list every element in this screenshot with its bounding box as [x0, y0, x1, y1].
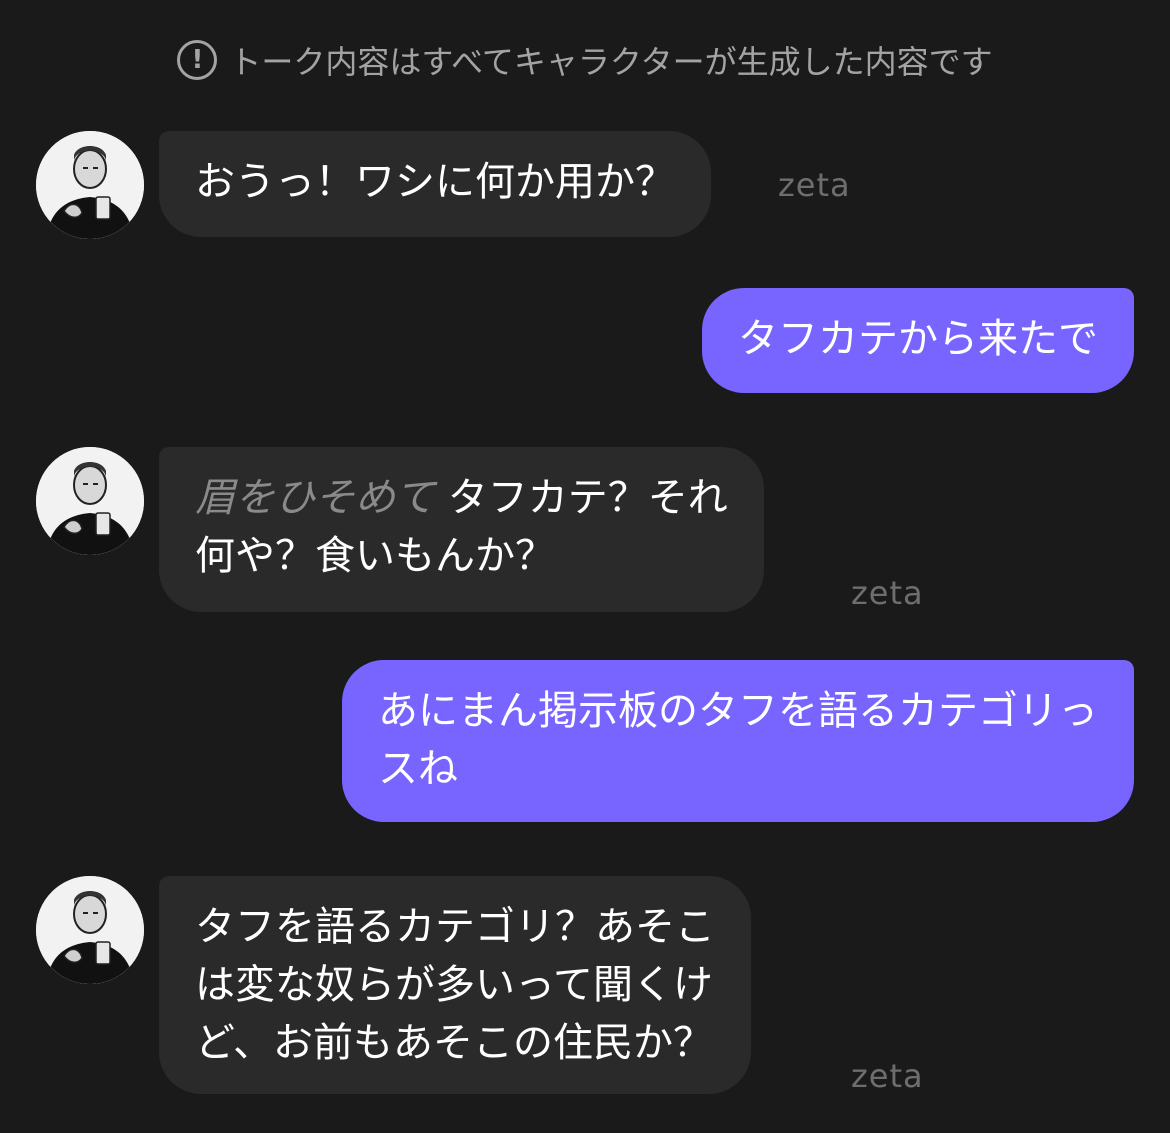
notice-text: トーク内容はすべてキャラクターが生成した内容です [229, 43, 993, 81]
message-text: おうっ！ワシに何か用か？ [195, 159, 675, 205]
character-avatar[interactable] [36, 876, 144, 984]
action-text: 眉をひそめて [195, 475, 435, 521]
message-text: タフカテから来たで [738, 316, 1098, 362]
character-message-bubble[interactable]: 眉をひそめて タフカテ？それ 何や？食いもんか？ [159, 447, 764, 612]
message-line: 何や？食いもんか？ [195, 533, 555, 579]
message-line: ど、お前もあそこの住民か？ [195, 1020, 713, 1066]
character-avatar[interactable] [36, 131, 144, 239]
user-message-bubble[interactable]: あにまん掲示板のタフを語るカテゴリっ スね [342, 660, 1134, 822]
message-line: は変な奴らが多いって聞くけ [195, 962, 713, 1008]
zeta-watermark: zeta [778, 166, 851, 204]
exclamation-circle-icon: ! [177, 40, 218, 80]
character-avatar[interactable] [36, 447, 144, 555]
message-line: 眉をひそめて タフカテ？それ [195, 469, 728, 527]
zeta-watermark: zeta [851, 1057, 924, 1095]
user-message-bubble[interactable]: タフカテから来たで [702, 288, 1134, 393]
message-line: タフを語るカテゴリ？あそこ [195, 904, 715, 950]
zeta-watermark: zeta [851, 574, 924, 612]
character-message-bubble[interactable]: タフを語るカテゴリ？あそこ は変な奴らが多いって聞くけ ど、お前もあそこの住民か… [159, 876, 751, 1094]
message-line: あにまん掲示板のタフを語るカテゴリっ [378, 688, 1098, 734]
message-text: タフカテ？それ [447, 475, 728, 521]
ai-generated-notice: ! トーク内容はすべてキャラクターが生成した内容です [0, 36, 1170, 84]
character-message-bubble[interactable]: おうっ！ワシに何か用か？ [159, 131, 711, 237]
message-line: スね [378, 746, 458, 792]
